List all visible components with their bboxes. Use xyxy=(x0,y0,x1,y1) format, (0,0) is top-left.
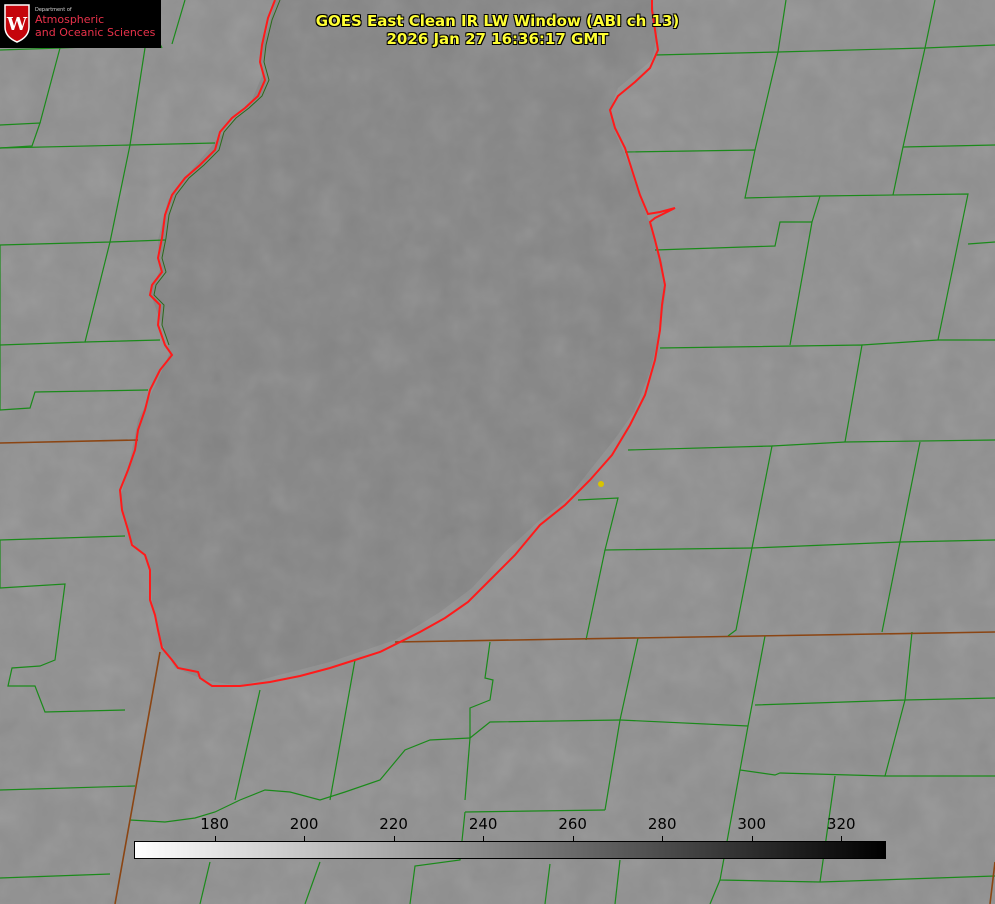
image-title: GOES East Clean IR LW Window (ABI ch 13)… xyxy=(260,12,735,48)
temperature-colorbar xyxy=(134,841,886,859)
uw-aos-logo: W Department of Atmospheric and Oceanic … xyxy=(0,0,161,48)
logo-line-1: Atmospheric xyxy=(35,13,105,26)
logo-line-2: and Oceanic Sciences xyxy=(35,26,156,39)
colorbar-tick-mark xyxy=(572,836,574,841)
colorbar-tick-mark xyxy=(304,836,306,841)
title-line-1: GOES East Clean IR LW Window (ABI ch 13) xyxy=(315,12,680,30)
colorbar-tick-mark xyxy=(751,836,753,841)
colorbar-tick-label: 320 xyxy=(826,815,856,833)
title-timestamp: 2026 Jan 27 16:36:17 GMT xyxy=(386,30,609,48)
satellite-map xyxy=(0,0,995,904)
colorbar-tick-mark xyxy=(662,836,664,841)
colorbar-tick-label: 180 xyxy=(200,815,229,833)
colorbar-tick-label: 300 xyxy=(737,815,767,833)
location-marker xyxy=(598,481,604,487)
colorbar-tick-mark xyxy=(214,836,216,841)
crest-letter: W xyxy=(6,14,28,35)
colorbar-tick-label: 280 xyxy=(647,815,677,833)
colorbar-tick-mark xyxy=(841,836,843,841)
colorbar-tick-label: 220 xyxy=(379,815,408,833)
colorbar-tick-label: 200 xyxy=(289,815,319,833)
colorbar-tick-label: 240 xyxy=(468,815,498,833)
colorbar-tick-mark xyxy=(483,836,485,841)
colorbar-tick-label: 260 xyxy=(558,815,587,833)
university-crest-icon: W xyxy=(4,4,30,43)
colorbar-tick-mark xyxy=(393,836,395,841)
